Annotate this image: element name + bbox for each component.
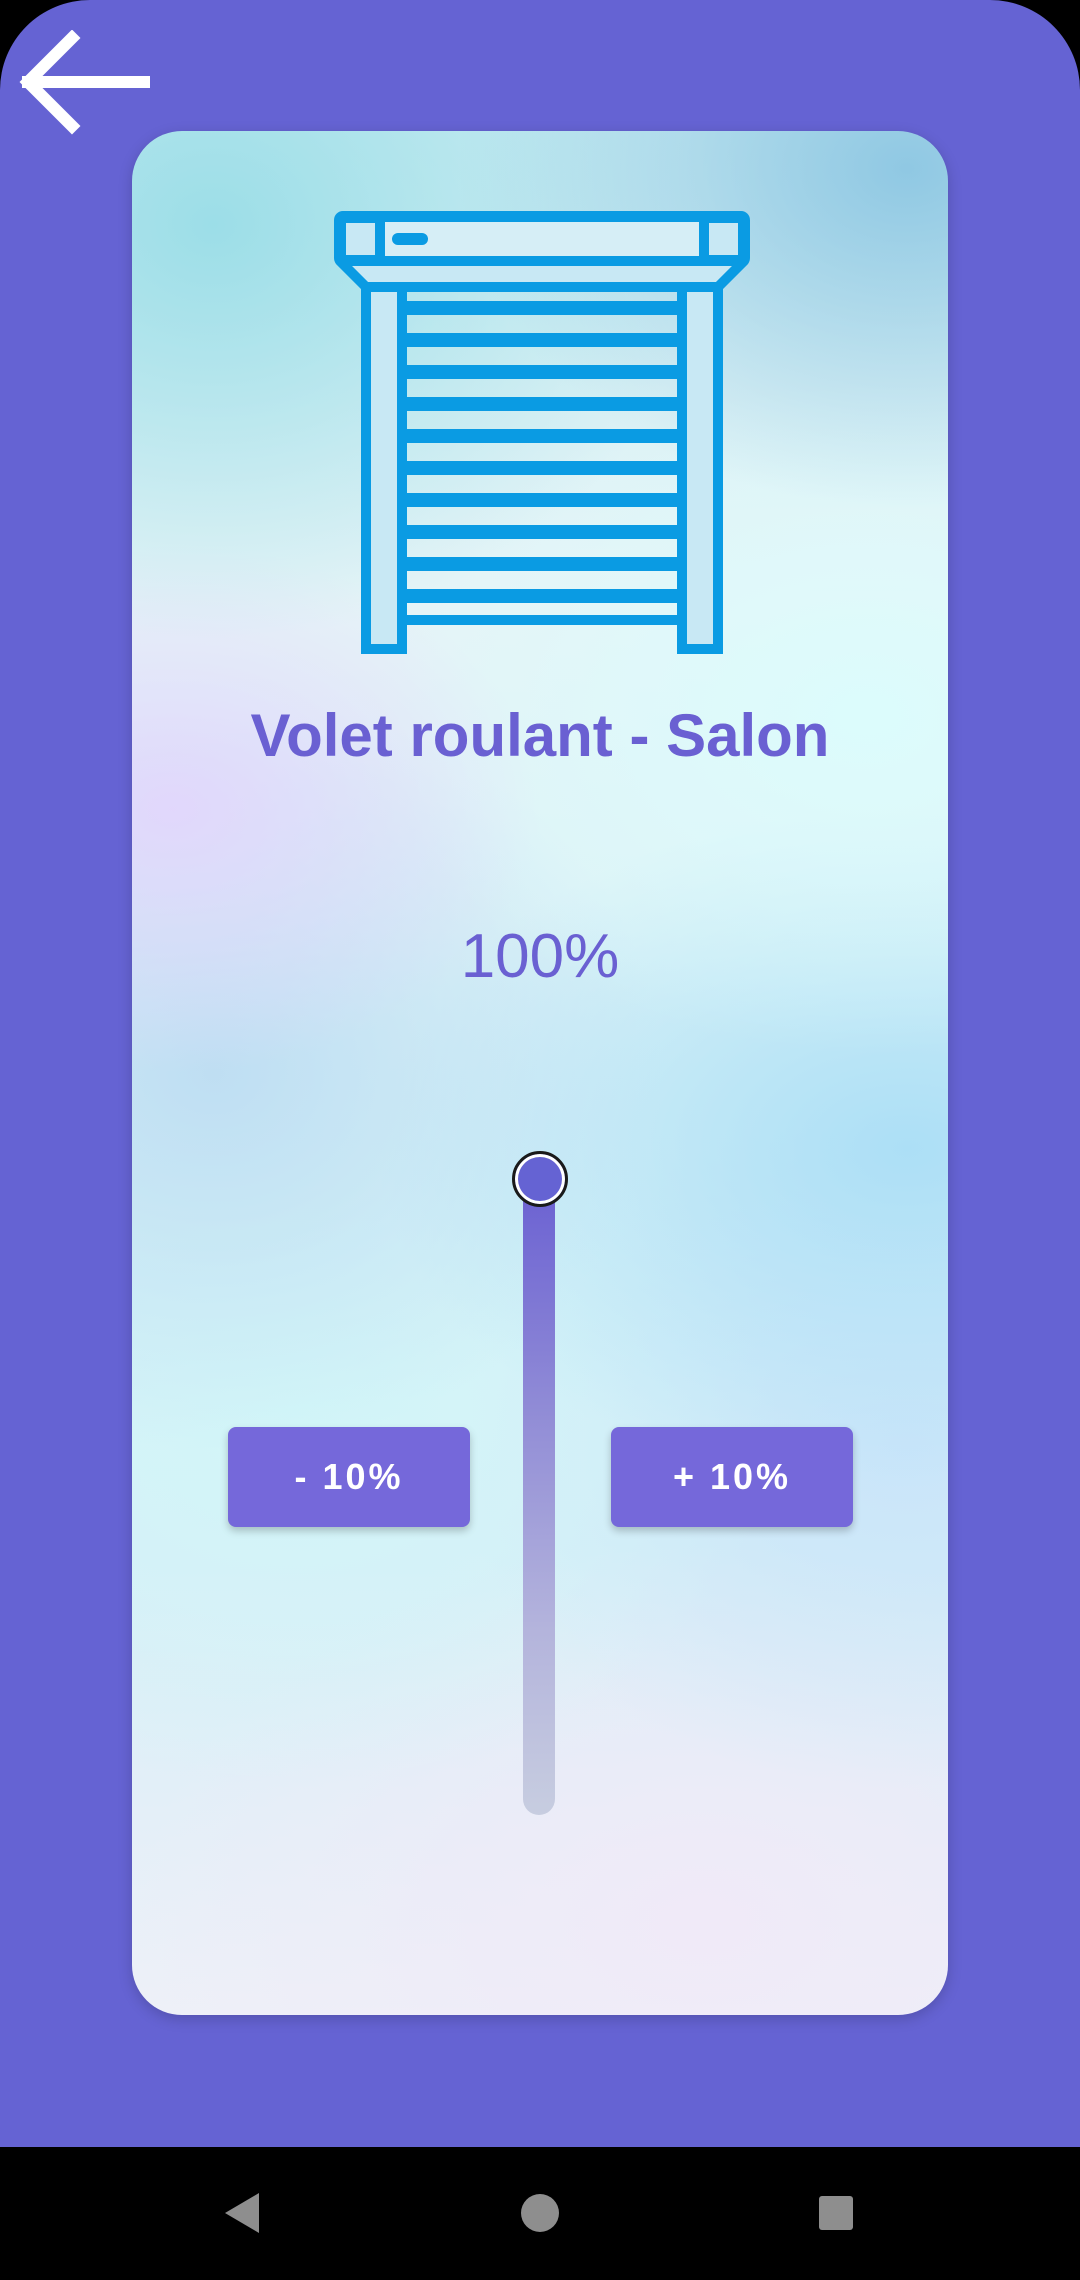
decrease-10-button[interactable]: - 10%	[228, 1427, 470, 1527]
slider-thumb[interactable]	[512, 1151, 568, 1207]
position-percentage: 100%	[460, 922, 620, 991]
roller-shutter-icon	[332, 211, 752, 656]
triangle-back-icon	[225, 2193, 259, 2233]
system-navigation-bar	[0, 2147, 1080, 2280]
circle-home-icon	[521, 2194, 559, 2232]
increase-10-button[interactable]: + 10%	[611, 1427, 853, 1527]
arrow-left-icon	[19, 30, 150, 135]
position-slider[interactable]	[510, 1151, 568, 1831]
device-card: Volet roulant - Salon 100% - 10% + 10%	[132, 131, 948, 2015]
screen: Volet roulant - Salon 100% - 10% + 10%	[0, 0, 1080, 2280]
back-button[interactable]	[14, 30, 154, 140]
square-recents-icon	[819, 2196, 853, 2230]
nav-home-button[interactable]	[500, 2173, 580, 2253]
device-title: Volet roulant - Salon	[250, 702, 830, 769]
shutter-slats	[402, 301, 682, 625]
nav-recents-button[interactable]	[796, 2173, 876, 2253]
slider-track[interactable]	[523, 1179, 555, 1815]
app-surface: Volet roulant - Salon 100% - 10% + 10%	[0, 0, 1080, 2147]
nav-back-button[interactable]	[203, 2173, 283, 2253]
